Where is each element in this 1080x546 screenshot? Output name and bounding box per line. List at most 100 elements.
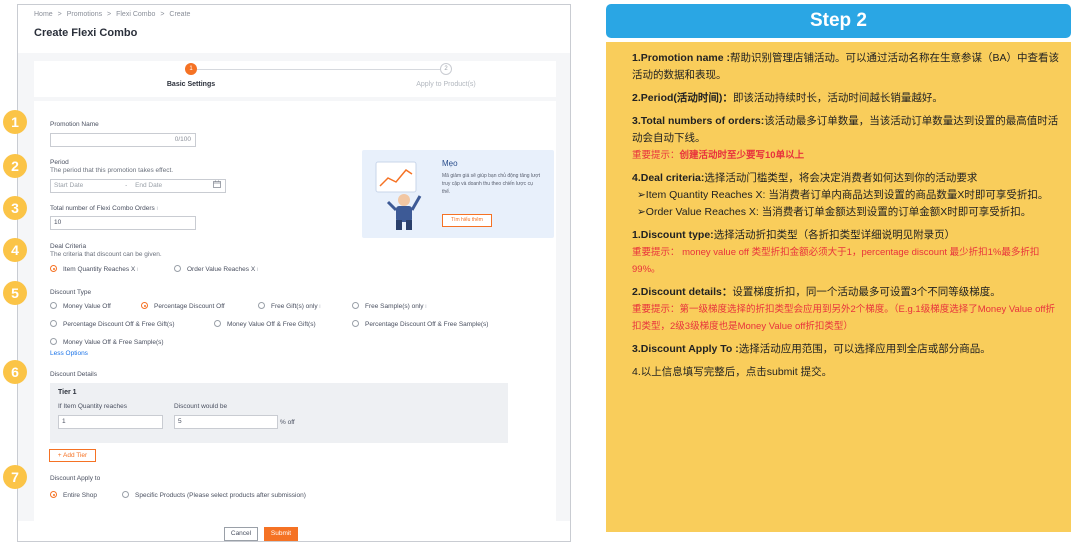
- breadcrumb-separator: >: [57, 11, 62, 18]
- radio-percentage-discount-off[interactable]: Percentage Discount Off: [141, 302, 225, 310]
- note-heading: 4.Deal criteria:: [632, 172, 705, 184]
- breadcrumb-flexi-combo[interactable]: Flexi Combo: [116, 11, 155, 18]
- radio-label: Free Gift(s) only: [271, 303, 318, 310]
- note-subpoint: ➢Order Value Reaches X: 当消费者订单金额达到设置的订单金…: [637, 206, 1032, 218]
- note-heading: 1.Discount type:: [632, 229, 714, 241]
- info-icon[interactable]: i: [319, 304, 320, 310]
- discount-percent-input[interactable]: 5: [174, 415, 278, 429]
- radio-unselected-icon: [214, 320, 221, 327]
- info-icon[interactable]: i: [425, 304, 426, 310]
- period-description: The period that this promotion takes eff…: [50, 167, 174, 174]
- step-badge-5: 5: [3, 281, 27, 305]
- info-icon[interactable]: i: [157, 206, 158, 212]
- radio-label: Free Sample(s) only: [365, 303, 424, 310]
- note-discount-details: 2.Discount details：设置梯度折扣，同一个活动最多可设置3个不同…: [632, 284, 1063, 335]
- note-subpoint: ➢Item Quantity Reaches X: 当消费者订单内商品达到设置的…: [637, 189, 1049, 201]
- breadcrumb-home[interactable]: Home: [34, 11, 53, 18]
- discount-apply-to-label: Discount Apply to: [50, 475, 101, 482]
- percent-off-suffix: % off: [280, 419, 295, 426]
- radio-unselected-icon: [174, 265, 181, 272]
- create-flexi-combo-screen: Home > Promotions > Flexi Combo > Create…: [17, 4, 571, 542]
- step-badge-6: 6: [3, 360, 27, 384]
- radio-label: Money Value Off: [63, 303, 111, 310]
- radio-order-value-reaches[interactable]: Order Value Reaches X i: [174, 265, 258, 273]
- breadcrumb-separator: >: [107, 11, 112, 18]
- discount-would-be-label: Discount would be: [174, 403, 228, 410]
- deal-criteria-description: The criteria that discount can be given.: [50, 251, 162, 258]
- radio-item-quantity-reaches[interactable]: Item Quantity Reaches X i: [50, 265, 138, 273]
- step-badge-3: 3: [3, 196, 27, 220]
- stepper: 1 2 Basic Settings Apply to Product(s): [34, 61, 556, 97]
- submit-button[interactable]: Submit: [264, 527, 298, 541]
- info-icon[interactable]: i: [137, 267, 138, 273]
- calendar-icon[interactable]: [213, 180, 221, 192]
- radio-label: Order Value Reaches X: [187, 266, 256, 273]
- note-total-orders: 3.Total numbers of orders:该活动最多订单数量，当该活动…: [632, 113, 1063, 164]
- form-actions: Cancel Submit: [18, 521, 570, 541]
- stepper-line: [191, 69, 446, 70]
- less-options-link[interactable]: Less Options: [50, 350, 88, 357]
- note-discount-apply-to: 3.Discount Apply To :选择活动应用范围，可以选择应用到全店或…: [632, 341, 1063, 358]
- step-badge-1: 1: [3, 110, 27, 134]
- radio-free-samples-only[interactable]: Free Sample(s) only i: [352, 302, 426, 310]
- discount-details-label: Discount Details: [50, 371, 97, 378]
- promotion-name-label: Promotion Name: [50, 121, 99, 128]
- radio-unselected-icon: [258, 302, 265, 309]
- radio-label: Entire Shop: [63, 492, 97, 499]
- note-text: 选择活动应用范围，可以选择应用到全店或部分商品。: [738, 343, 991, 355]
- radio-unselected-icon: [122, 491, 129, 498]
- radio-money-off-free-samples[interactable]: Money Value Off & Free Sample(s): [50, 338, 164, 346]
- total-orders-input[interactable]: 10: [50, 216, 196, 230]
- note-warning-emphasis: 创建活动时至少要写10单以上: [679, 150, 805, 161]
- breadcrumb-promotions[interactable]: Promotions: [67, 11, 102, 18]
- step-title-banner: Step 2: [606, 4, 1071, 38]
- note-submit: 4.以上信息填写完整后，点击submit 提交。: [632, 366, 833, 378]
- discount-type-label: Discount Type: [50, 289, 92, 296]
- promotion-name-input[interactable]: 0/100: [50, 133, 196, 147]
- note-warning: 重要提示：第一级梯度选择的折扣类型会应用到另外2个梯度。（E.g.1级梯度选择了…: [632, 304, 1055, 332]
- breadcrumb-create: Create: [169, 11, 191, 18]
- note-text: 即该活动持续时长，活动时间越长销量越好。: [732, 92, 943, 104]
- radio-percentage-off-free-samples[interactable]: Percentage Discount Off & Free Sample(s): [352, 320, 488, 328]
- radio-label: Percentage Discount Off: [154, 303, 225, 310]
- radio-selected-icon: [50, 265, 57, 272]
- step-badge-7: 7: [3, 465, 27, 489]
- note-heading: 3.Discount Apply To :: [632, 343, 739, 355]
- note-deal-criteria: 4.Deal criteria:选择活动门槛类型，将会决定消费者如何达到你的活动…: [632, 170, 1063, 221]
- period-label: Period: [50, 159, 69, 166]
- promotion-name-counter: 0/100: [174, 136, 191, 143]
- note-text: 选择活动折扣类型（各折扣类型详细说明见附录页）: [713, 229, 956, 241]
- add-tier-button[interactable]: + Add Tier: [49, 449, 96, 462]
- breadcrumb: Home > Promotions > Flexi Combo > Create: [34, 11, 193, 18]
- basic-settings-form: Promotion Name 0/100 Period The period t…: [34, 101, 556, 521]
- radio-money-off-free-gifts[interactable]: Money Value Off & Free Gift(s): [214, 320, 316, 328]
- radio-entire-shop[interactable]: Entire Shop: [50, 491, 97, 499]
- period-date-range-picker[interactable]: Start Date - End Date: [50, 179, 226, 193]
- radio-free-gifts-only[interactable]: Free Gift(s) only i: [258, 302, 321, 310]
- note-discount-type: 1.Discount type:选择活动折扣类型（各折扣类型详细说明见附录页） …: [632, 227, 1063, 278]
- radio-money-value-off[interactable]: Money Value Off: [50, 302, 111, 310]
- radio-specific-products[interactable]: Specific Products (Please select product…: [122, 491, 306, 499]
- end-date-placeholder: End Date: [135, 182, 163, 189]
- step-badge-2: 2: [3, 154, 27, 178]
- deal-criteria-label: Deal Criteria: [50, 243, 87, 250]
- radio-percentage-off-free-gifts[interactable]: Percentage Discount Off & Free Gift(s): [50, 320, 175, 328]
- tip-text: Mã giảm giá sẽ giúp bạn chủ động tăng lư…: [442, 173, 541, 195]
- radio-selected-icon: [141, 302, 148, 309]
- page-header: Home > Promotions > Flexi Combo > Create…: [18, 5, 570, 53]
- step-1-label: Basic Settings: [166, 81, 216, 88]
- learn-more-button[interactable]: Tìm hiểu thêm: [442, 214, 492, 227]
- tip-card: Mẹo Mã giảm giá sẽ giúp bạn chủ động tăn…: [362, 150, 554, 238]
- note-heading: 2.Discount details：: [632, 286, 733, 298]
- cancel-button[interactable]: Cancel: [224, 527, 258, 541]
- step-2-indicator: 2: [440, 63, 452, 75]
- radio-label: Money Value Off & Free Sample(s): [63, 339, 164, 346]
- total-orders-label: Total number of Flexi Combo Orders i: [50, 205, 158, 212]
- note-period: 2.Period(活动时间)：即该活动持续时长，活动时间越长销量越好。: [632, 90, 1063, 107]
- note-heading: 3.Total numbers of orders:: [632, 115, 765, 127]
- radio-label: Money Value Off & Free Gift(s): [227, 321, 316, 328]
- note-heading: 1.Promotion name :: [632, 52, 731, 64]
- info-icon[interactable]: i: [257, 267, 258, 273]
- radio-unselected-icon: [352, 320, 359, 327]
- item-quantity-input[interactable]: 1: [58, 415, 163, 429]
